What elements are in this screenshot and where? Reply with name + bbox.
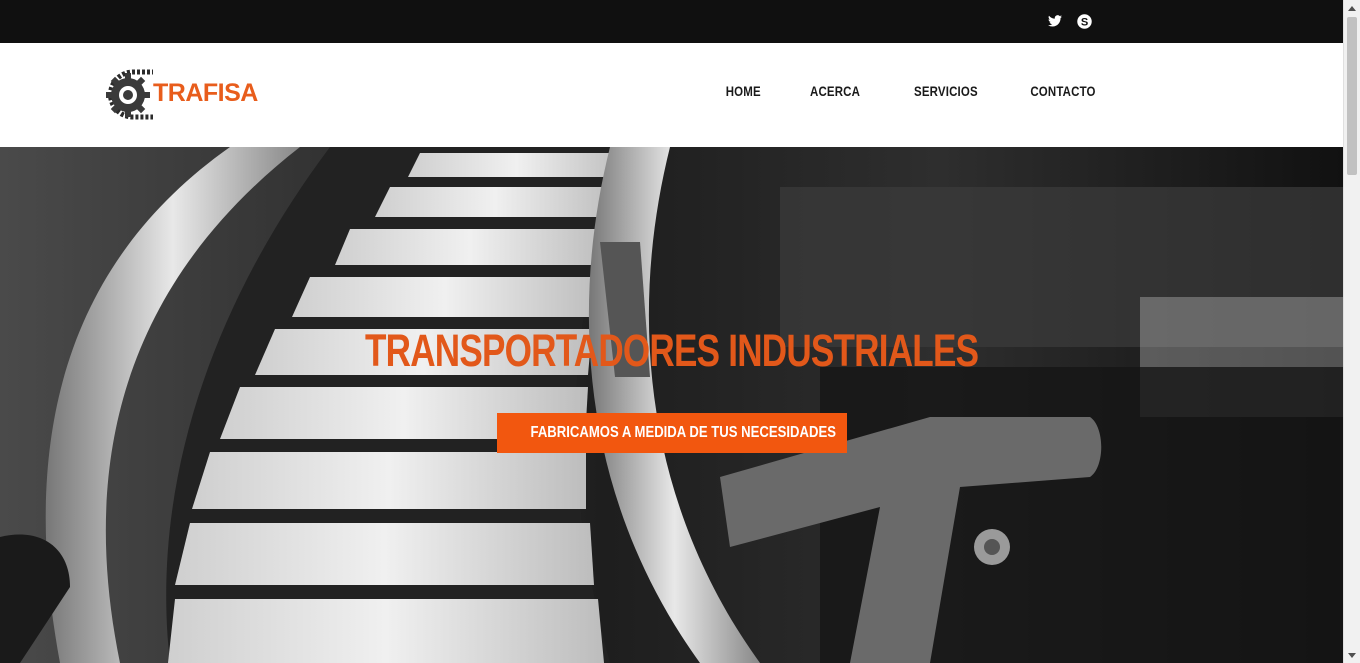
scrollbar-thumb[interactable] — [1347, 17, 1357, 175]
vertical-scrollbar[interactable] — [1343, 0, 1360, 663]
site-logo[interactable]: TRAFISA — [103, 67, 258, 123]
logo-text: TRAFISA — [153, 79, 258, 107]
main-nav: HOME ACERCA SERVICIOS CONTACTO — [679, 83, 1096, 99]
skype-icon[interactable]: S — [1075, 12, 1093, 30]
gear-chain-icon — [106, 69, 153, 120]
page: S TRAFISA HOME ACERCA SERVICIOS CONTACTO… — [0, 0, 1343, 663]
hero-cta-button[interactable]: FABRICAMOS A MEDIDA DE TUS NECESIDADES — [497, 413, 847, 453]
site-header: TRAFISA HOME ACERCA SERVICIOS CONTACTO — [0, 43, 1343, 147]
social-top-bar: S — [0, 0, 1343, 43]
scroll-up-arrow-icon[interactable] — [1344, 0, 1360, 16]
nav-acerca[interactable]: ACERCA — [810, 83, 860, 99]
conveyor-background-image — [0, 147, 1343, 663]
hero-banner: TRANSPORTADORES INDUSTRIALES FABRICAMOS … — [0, 147, 1343, 663]
nav-home[interactable]: HOME — [725, 83, 760, 99]
hero-cta-label: FABRICAMOS A MEDIDA DE TUS NECESIDADES — [530, 424, 836, 441]
nav-servicios[interactable]: SERVICIOS — [914, 83, 978, 99]
scroll-down-arrow-icon[interactable] — [1344, 647, 1360, 663]
hero-title: TRANSPORTADORES INDUSTRIALES — [364, 325, 979, 376]
twitter-icon[interactable] — [1046, 12, 1064, 30]
nav-contacto[interactable]: CONTACTO — [1031, 83, 1096, 99]
svg-text:S: S — [1080, 16, 1087, 28]
